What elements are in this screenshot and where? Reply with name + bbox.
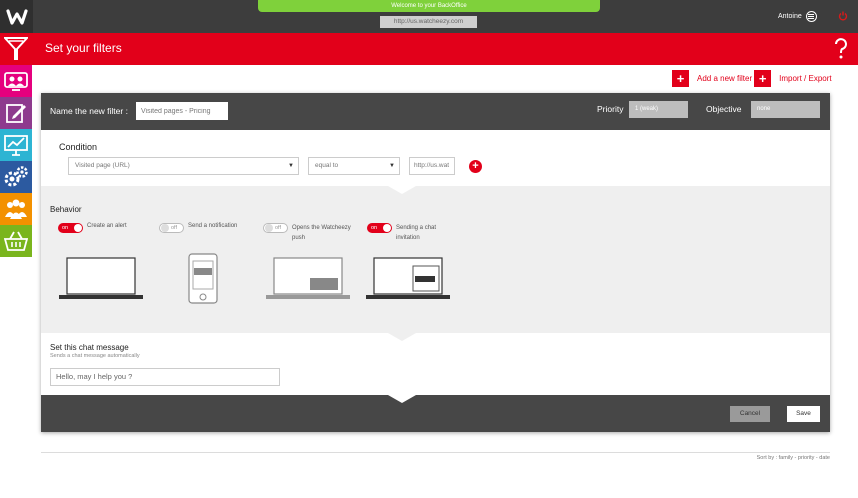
- user-menu[interactable]: Antoine: [778, 11, 817, 22]
- chat-message-input[interactable]: Hello, may I help you ?: [50, 368, 280, 386]
- import-export-plus-icon[interactable]: +: [754, 70, 772, 87]
- condition-section: Condition Visited page (URL) ▼ equal to …: [41, 130, 830, 194]
- save-button[interactable]: Save: [787, 406, 820, 422]
- filter-icon: [0, 33, 32, 65]
- add-filter-link[interactable]: Add a new filter: [697, 74, 752, 83]
- edit-icon: [6, 104, 26, 123]
- notification-toggle[interactable]: off: [159, 223, 184, 233]
- stats-icon: [4, 135, 28, 156]
- option-notification: off Send a notification: [159, 223, 237, 233]
- condition-operator-value: equal to: [315, 162, 339, 169]
- watcheezy-logo[interactable]: [0, 0, 33, 33]
- option-label: Sending a chat invitation: [396, 225, 437, 241]
- condition-notch: [388, 186, 416, 194]
- basket-icon: [4, 231, 28, 251]
- users-icon: [5, 199, 27, 219]
- chat-monitor-icon: [4, 72, 28, 91]
- sidebar-item-stats[interactable]: [0, 129, 32, 161]
- site-url[interactable]: http://us.watcheezy.com: [380, 16, 477, 28]
- behavior-title: Behavior: [50, 205, 82, 214]
- condition-field-value: Visited page (URL): [75, 162, 130, 169]
- behavior-section: Behavior on Create an alert off Send a n…: [41, 186, 830, 341]
- page-title: Set your filters: [45, 41, 122, 55]
- filter-actions: + Add a new filter + Import / Export: [672, 70, 832, 87]
- alert-toggle[interactable]: on: [58, 223, 83, 233]
- page-header: Set your filters: [0, 33, 858, 65]
- behavior-notch: [388, 333, 416, 341]
- import-export-link[interactable]: Import / Export: [779, 74, 831, 83]
- divider: [41, 452, 830, 453]
- sidebar-item-live[interactable]: [0, 65, 32, 97]
- filter-name-input[interactable]: [136, 102, 228, 120]
- option-alert: on Create an alert: [58, 223, 127, 233]
- laptop-push-icon: [266, 257, 350, 299]
- welcome-banner: Welcome to your BackOffice: [258, 0, 600, 12]
- condition-value-input[interactable]: http://us.wat: [409, 157, 455, 175]
- priority-label: Priority: [597, 104, 624, 114]
- add-condition-button[interactable]: +: [469, 160, 482, 173]
- option-push: off Opens the Watcheezy push: [263, 223, 363, 243]
- sidebar-item-settings[interactable]: [0, 161, 32, 193]
- condition-title: Condition: [59, 142, 98, 152]
- help-icon[interactable]: [833, 38, 849, 59]
- option-chat-invite: on Sending a chat invitation: [367, 223, 449, 243]
- cancel-button[interactable]: Cancel: [730, 406, 770, 422]
- sidebar-item-shop[interactable]: [0, 225, 32, 257]
- option-label: Create an alert: [87, 223, 127, 229]
- add-filter-plus-icon[interactable]: +: [672, 70, 689, 87]
- power-icon[interactable]: [838, 11, 848, 21]
- condition-field-select[interactable]: Visited page (URL) ▼: [68, 157, 299, 175]
- filter-footer: Cancel Save: [41, 395, 830, 432]
- filter-header: Name the new filter : Priority 1 (weak) …: [41, 93, 830, 138]
- option-label: Opens the Watcheezy push: [292, 225, 351, 241]
- sidebar: [0, 65, 32, 257]
- chat-invite-toggle[interactable]: on: [367, 223, 392, 233]
- sort-options[interactable]: Sort by : family - priority - date: [757, 455, 830, 461]
- objective-label: Objective: [706, 104, 742, 114]
- condition-operator-select[interactable]: equal to ▼: [308, 157, 400, 175]
- laptop-chat-icon: [366, 257, 450, 299]
- objective-select[interactable]: none: [751, 101, 820, 118]
- sidebar-item-edit[interactable]: [0, 97, 32, 129]
- priority-select[interactable]: 1 (weak): [629, 101, 688, 118]
- logo-w-icon: [5, 8, 28, 25]
- chevron-down-icon: ▼: [288, 163, 294, 169]
- menu-icon[interactable]: [805, 11, 817, 22]
- user-name: Antoine: [778, 13, 802, 20]
- option-label: Send a notification: [188, 223, 238, 229]
- filter-name-label: Name the new filter :: [50, 106, 128, 116]
- chevron-down-icon: ▼: [389, 163, 395, 169]
- chat-message-section: Set this chat message Sends a chat messa…: [41, 333, 830, 395]
- sidebar-item-users[interactable]: [0, 193, 32, 225]
- push-toggle[interactable]: off: [263, 223, 288, 233]
- chat-title: Set this chat message: [50, 343, 129, 352]
- settings-icon: [4, 166, 28, 187]
- filter-panel: Name the new filter : Priority 1 (weak) …: [41, 93, 830, 432]
- laptop-alert-icon: [59, 257, 143, 299]
- phone-notification-icon: [188, 253, 218, 304]
- chat-subtitle: Sends a chat message automatically: [50, 353, 140, 359]
- chat-notch: [388, 395, 416, 403]
- top-bar: Welcome to your BackOffice http://us.wat…: [0, 0, 858, 33]
